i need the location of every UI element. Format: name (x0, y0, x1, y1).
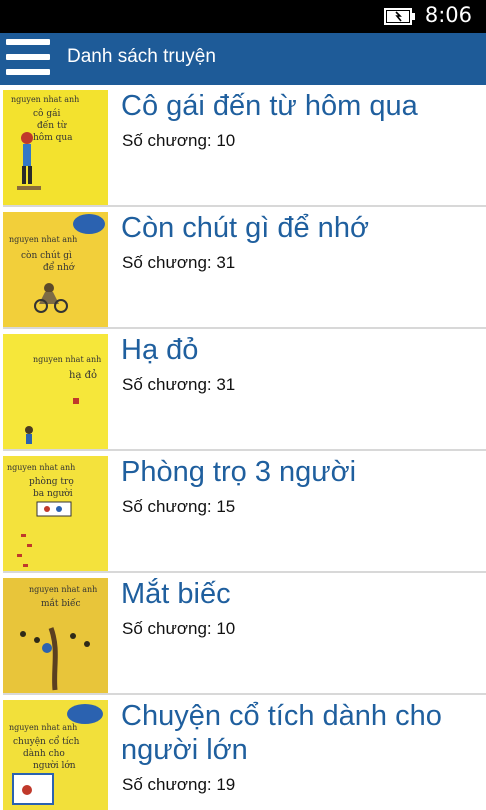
book-cover: nguyen nhat anh mắt biếc (3, 578, 108, 693)
svg-text:dành cho: dành cho (23, 748, 65, 759)
app-bar: Danh sách truyện (0, 33, 486, 85)
svg-text:nguyen nhat anh: nguyen nhat anh (7, 463, 75, 472)
svg-text:nguyen nhat anh: nguyen nhat anh (9, 235, 77, 244)
list-item[interactable]: nguyen nhat anh mắt biếc Mắt biếc Số chư… (0, 573, 486, 695)
svg-text:còn chút gì: còn chút gì (21, 250, 72, 261)
book-title: Phòng trọ 3 người (121, 456, 357, 488)
svg-text:cô gái: cô gái (33, 108, 60, 119)
svg-text:hạ đỏ: hạ đỏ (69, 370, 97, 381)
book-chapter-count: Số chương: 31 (122, 375, 236, 394)
list-item[interactable]: nguyen nhat anh phòng trọ ba người Phòng… (0, 451, 486, 573)
svg-text:nguyen nhat anh: nguyen nhat anh (33, 355, 101, 364)
list-item[interactable]: nguyen nhat anh hạ đỏ Hạ đỏ Số chương: 3… (0, 329, 486, 451)
book-cover: nguyen nhat anh hạ đỏ (3, 334, 108, 449)
book-title: Cô gái đến từ hôm qua (121, 90, 418, 122)
battery-charging-icon (384, 8, 415, 25)
svg-text:người lớn: người lớn (33, 760, 76, 771)
book-title: Hạ đỏ (121, 334, 199, 366)
book-chapter-count: Số chương: 31 (122, 253, 236, 272)
svg-text:phòng trọ: phòng trọ (29, 476, 74, 487)
status-bar: 8:06 (0, 0, 486, 33)
book-title: Còn chút gì để nhớ (121, 212, 369, 244)
book-list: nguyen nhat anh cô gái đến từ hôm qua Cô… (0, 85, 486, 810)
book-title: Chuyện cổ tích dành cho người lớn (121, 700, 442, 766)
svg-text:đến từ: đến từ (37, 120, 68, 131)
list-item[interactable]: nguyen nhat anh còn chút gì để nhớ Còn c… (0, 207, 486, 329)
list-item[interactable]: nguyen nhat anh cô gái đến từ hôm qua Cô… (0, 85, 486, 207)
svg-text:chuyện cổ tích: chuyện cổ tích (13, 735, 80, 747)
svg-text:nguyen nhat anh: nguyen nhat anh (29, 585, 97, 594)
book-cover: nguyen nhat anh cô gái đến từ hôm qua (3, 90, 108, 205)
book-chapter-count: Số chương: 10 (122, 131, 236, 150)
svg-text:mắt biếc: mắt biếc (41, 597, 81, 609)
svg-text:nguyen nhat anh: nguyen nhat anh (9, 723, 77, 732)
svg-text:hôm qua: hôm qua (33, 132, 73, 143)
list-item[interactable]: nguyen nhat anh chuyện cổ tích dành cho … (0, 695, 486, 810)
svg-text:ba người: ba người (33, 488, 73, 499)
book-chapter-count: Số chương: 15 (122, 497, 236, 516)
book-chapter-count: Số chương: 10 (122, 619, 236, 638)
book-cover: nguyen nhat anh chuyện cổ tích dành cho … (3, 700, 108, 810)
book-cover: nguyen nhat anh phòng trọ ba người (3, 456, 108, 571)
svg-text:nguyen nhat anh: nguyen nhat anh (11, 95, 79, 104)
status-time: 8:06 (424, 3, 472, 27)
book-cover: nguyen nhat anh còn chút gì để nhớ (3, 212, 108, 327)
book-title: Mắt biếc (121, 578, 231, 610)
page-title: Danh sách truyện (67, 46, 216, 67)
hamburger-menu-icon[interactable] (6, 37, 50, 81)
book-chapter-count: Số chương: 19 (122, 775, 236, 794)
svg-text:để nhớ: để nhớ (43, 261, 75, 273)
